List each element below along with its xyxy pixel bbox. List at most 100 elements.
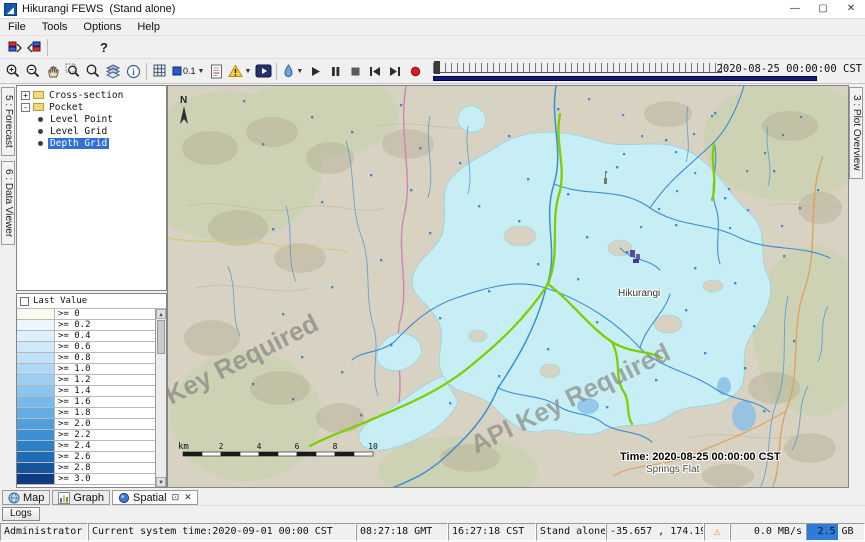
spatial-icon: [118, 492, 130, 504]
status-user: Administrator: [0, 523, 88, 541]
left-tab-strip: 5 : Forecast 6 : Data Viewer: [0, 85, 16, 488]
legend-label: >= 2.2: [55, 430, 94, 440]
time-slider-thumb[interactable]: [434, 61, 440, 74]
legend-swatch: [17, 375, 55, 385]
folder-icon: [33, 103, 44, 111]
legend-row: >= 1.8: [17, 408, 155, 419]
scrollbar-thumb[interactable]: [157, 320, 165, 354]
panel-restore-icon[interactable]: ⊡: [172, 492, 180, 503]
info-icon[interactable]: i: [123, 61, 143, 81]
zoom-out-icon[interactable]: [23, 61, 43, 81]
right-tab-strip: 3 : Plot Overview: [849, 85, 865, 488]
database-import-icon[interactable]: [4, 37, 24, 57]
tree-item-depth-grid[interactable]: Depth Grid: [17, 137, 166, 149]
database-export-icon[interactable]: [24, 37, 44, 57]
legend-label: >= 0.6: [55, 342, 94, 352]
play-icon[interactable]: [305, 61, 325, 81]
legend-swatch: [17, 408, 55, 418]
menu-bar: File Tools Options Help: [0, 19, 865, 36]
skip-to-end-icon[interactable]: [385, 61, 405, 81]
status-memory-gauge: 2.5 GB: [806, 523, 865, 541]
tab-graph-label: Graph: [73, 492, 104, 504]
legend-label: >= 1.6: [55, 397, 94, 407]
tab-plot-overview[interactable]: 3 : Plot Overview: [849, 87, 863, 179]
legend-label: >= 1.2: [55, 375, 94, 385]
tab-spatial-label: Spatial: [133, 492, 167, 504]
grid-value-dropdown[interactable]: 0.1 ▼: [170, 61, 206, 81]
tree-expander-icon[interactable]: +: [21, 91, 30, 100]
chevron-down-icon: ▼: [198, 68, 205, 75]
menu-tools[interactable]: Tools: [34, 20, 76, 34]
maximize-icon[interactable]: ▢: [809, 0, 837, 18]
logs-button[interactable]: Logs: [2, 507, 40, 521]
leaf-bullet-icon: [38, 129, 43, 134]
legend-row: >= 1.6: [17, 397, 155, 408]
chevron-down-icon: ▼: [296, 68, 303, 75]
legend-row: >= 0: [17, 309, 155, 320]
leaf-bullet-icon: [38, 141, 43, 146]
legend-swatch: [17, 397, 55, 407]
tree-item-level-point[interactable]: Level Point: [17, 113, 166, 125]
menu-help[interactable]: Help: [129, 20, 168, 34]
legend-label: >= 0: [55, 309, 83, 319]
record-icon[interactable]: [405, 61, 425, 81]
tab-graph[interactable]: Graph: [52, 490, 110, 505]
time-slider-ruler[interactable]: [433, 63, 722, 73]
status-system-time: Current system time:2020-09-01 00:00 CST: [88, 523, 356, 541]
legend-row: >= 2.6: [17, 452, 155, 463]
status-local-time: 16:27:18 CST: [448, 523, 536, 541]
legend-row: >= 0.8: [17, 353, 155, 364]
tree-item-pocket[interactable]: -Pocket: [17, 101, 166, 113]
scroll-down-icon[interactable]: ▼: [156, 477, 166, 487]
zoom-in-icon[interactable]: [3, 61, 23, 81]
legend-label: >= 1.4: [55, 386, 94, 396]
legend-swatch: [17, 309, 55, 319]
legend-scrollbar[interactable]: ▲ ▼: [155, 309, 166, 487]
legend-label: >= 0.2: [55, 320, 94, 330]
minimize-icon[interactable]: —: [781, 0, 809, 18]
current-datetime: 2020-08-25 00:00:00 CST: [717, 63, 862, 75]
stop-icon[interactable]: [345, 61, 365, 81]
map-canvas[interactable]: API Key Required API Key Required Hikura…: [168, 86, 849, 488]
warning-threshold-dropdown[interactable]: ▼: [226, 61, 253, 81]
tab-map[interactable]: Map: [2, 490, 50, 505]
chevron-down-icon: ▼: [244, 68, 251, 75]
tab-forecast[interactable]: 5 : Forecast: [1, 87, 15, 156]
report-icon[interactable]: [206, 61, 226, 81]
tab-data-viewer[interactable]: 6 : Data Viewer: [1, 161, 15, 245]
scale-unit: km: [178, 442, 189, 452]
scroll-up-icon[interactable]: ▲: [156, 309, 166, 319]
chart-icon: [58, 492, 70, 504]
profile-tool-dropdown[interactable]: ▼: [280, 61, 305, 81]
legend-swatch: [17, 463, 55, 473]
legend-swatch: [17, 320, 55, 330]
menu-options[interactable]: Options: [75, 20, 129, 34]
status-warning-cell[interactable]: ⚠: [704, 523, 730, 541]
tab-spatial[interactable]: Spatial ⊡ ✕: [112, 490, 198, 505]
legend-swatch: [17, 452, 55, 462]
tree-item-label: Cross-section: [47, 90, 125, 101]
help-button[interactable]: ?: [93, 40, 115, 55]
layers-icon[interactable]: [103, 61, 123, 81]
pan-hand-icon[interactable]: [43, 61, 63, 81]
tree-expander-icon[interactable]: -: [21, 103, 30, 112]
last-value-checkbox[interactable]: [20, 297, 29, 306]
tree-item-label: Depth Grid: [48, 138, 109, 149]
menu-file[interactable]: File: [0, 20, 34, 34]
tree-item-level-grid[interactable]: Level Grid: [17, 125, 166, 137]
map-viewport[interactable]: API Key Required API Key Required Hikura…: [167, 85, 849, 488]
zoom-selection-icon[interactable]: [63, 61, 83, 81]
legend-swatch: [17, 342, 55, 352]
time-slider[interactable]: 2020-08-25 00:00:00 CST: [431, 60, 862, 83]
globe-icon: [8, 492, 20, 504]
tab-map-label: Map: [23, 492, 44, 504]
skip-to-start-icon[interactable]: [365, 61, 385, 81]
zoom-extent-icon[interactable]: [83, 61, 103, 81]
left-panel: + Cross-section-PocketLevel PointLevel Gr…: [16, 85, 167, 488]
pause-icon[interactable]: [325, 61, 345, 81]
tree-item-cross-section[interactable]: + Cross-section: [17, 89, 166, 101]
animation-display-icon[interactable]: [253, 61, 273, 81]
grid-display-icon[interactable]: [150, 61, 170, 81]
close-icon[interactable]: ✕: [837, 0, 865, 18]
panel-close-icon[interactable]: ✕: [184, 492, 192, 503]
